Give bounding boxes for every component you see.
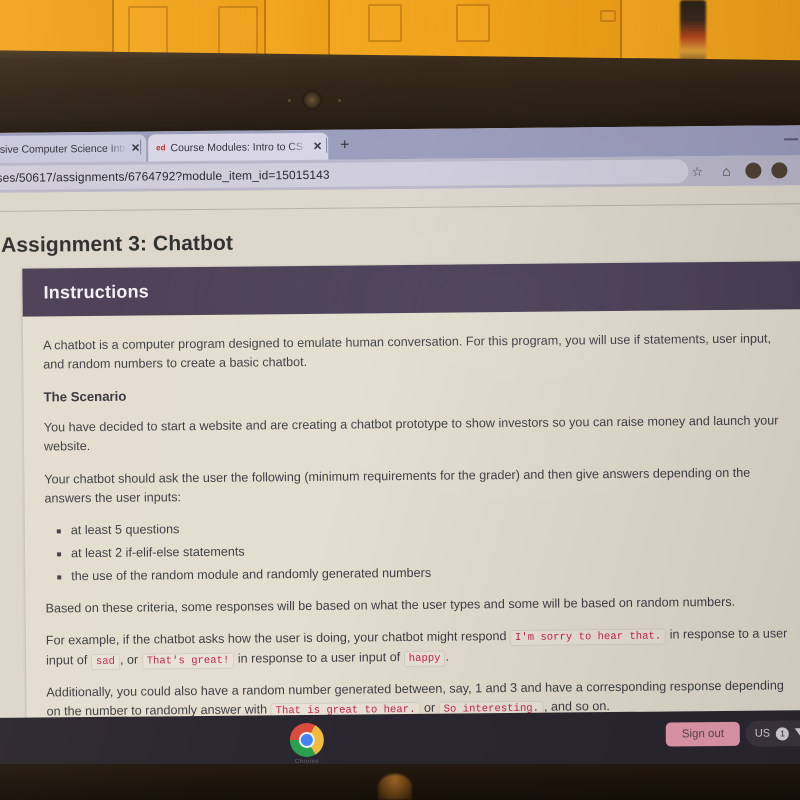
code-span-thats-great: That's great! xyxy=(141,652,235,670)
bookmark-star-icon[interactable]: ☆ xyxy=(691,164,703,180)
address-bar[interactable]: ses/50617/assignments/6764792?module_ite… xyxy=(0,159,689,190)
instructions-heading: Instructions xyxy=(43,280,150,302)
additional-text-2: or xyxy=(423,700,436,715)
tab-divider xyxy=(140,139,142,155)
minimize-window-button[interactable] xyxy=(784,138,799,141)
scenario-heading: The Scenario xyxy=(43,388,127,405)
sign-out-button[interactable]: Sign out xyxy=(665,721,741,747)
status-tray[interactable]: US 1 xyxy=(745,720,800,747)
instructions-card-header: Instructions xyxy=(22,261,800,317)
chromebook-screen: hesive Computer Science Intr ✕ ed Course… xyxy=(0,125,800,773)
list-item: at least 5 questions xyxy=(71,514,795,540)
intro-paragraph: A chatbot is a computer program designed… xyxy=(42,331,772,372)
page-content: Assignment 3: Chatbot Instructions A cha… xyxy=(0,185,800,748)
webcam-icon xyxy=(304,92,320,108)
tab-title: Course Modules: Intro to CS - Te xyxy=(170,140,308,154)
webcam-mic-dot-right xyxy=(338,99,341,102)
requirements-list: at least 5 questions at least 2 if-elif-… xyxy=(45,514,796,587)
bottle-object xyxy=(680,0,706,68)
tab-title: hesive Computer Science Intr xyxy=(0,142,126,156)
requirements-intro-paragraph: Your chatbot should ask the user the fol… xyxy=(44,465,751,506)
tab-close-icon[interactable]: ✕ xyxy=(313,140,322,153)
example-paragraph: For example, if the chatbot asks how the… xyxy=(46,625,796,670)
code-span-happy: happy xyxy=(403,650,446,667)
url-text: ses/50617/assignments/6764792?module_ite… xyxy=(0,167,330,185)
browser-tab-2[interactable]: ed Course Modules: Intro to CS - Te ✕ xyxy=(148,132,329,162)
browser-tab-1[interactable]: hesive Computer Science Intr ✕ xyxy=(0,134,147,164)
wifi-icon xyxy=(795,728,800,739)
extensions-icon[interactable]: ⌂ xyxy=(718,163,734,179)
notification-count-badge: 1 xyxy=(776,726,790,740)
code-span-sorry: I'm sorry to hear that. xyxy=(509,628,667,647)
page-title: Assignment 3: Chatbot xyxy=(0,231,234,257)
webcam-mic-dot-left xyxy=(288,99,291,102)
list-item: the use of the random module and randoml… xyxy=(71,560,795,586)
criteria-paragraph: Based on these criteria, some responses … xyxy=(45,595,736,616)
scenario-paragraph: You have decided to start a website and … xyxy=(43,413,779,454)
example-text-1: For example, if the chatbot asks how the… xyxy=(45,629,507,648)
instructions-card: Instructions A chatbot is a computer pro… xyxy=(22,261,800,748)
tab-divider xyxy=(326,137,328,153)
example-text-5: . xyxy=(445,649,450,664)
example-text-4: in response to a user input of xyxy=(237,649,401,666)
content-divider xyxy=(0,203,800,212)
profile-avatar-icon-1[interactable] xyxy=(745,162,762,179)
canvas-favicon-icon: ed xyxy=(156,143,166,153)
list-item: at least 2 if-elif-else statements xyxy=(71,537,795,563)
example-text-3: , or xyxy=(119,652,139,667)
instructions-card-body: A chatbot is a computer program designed… xyxy=(23,309,800,748)
new-tab-button[interactable]: + xyxy=(340,137,350,154)
laptop-logo xyxy=(378,774,412,800)
code-span-sad: sad xyxy=(90,653,121,670)
profile-avatar-icon-2[interactable] xyxy=(771,162,788,179)
laptop-base xyxy=(0,764,800,800)
keyboard-locale-label: US xyxy=(754,727,771,740)
chrome-icon[interactable] xyxy=(289,722,325,758)
tab-close-icon[interactable]: ✕ xyxy=(131,142,140,155)
